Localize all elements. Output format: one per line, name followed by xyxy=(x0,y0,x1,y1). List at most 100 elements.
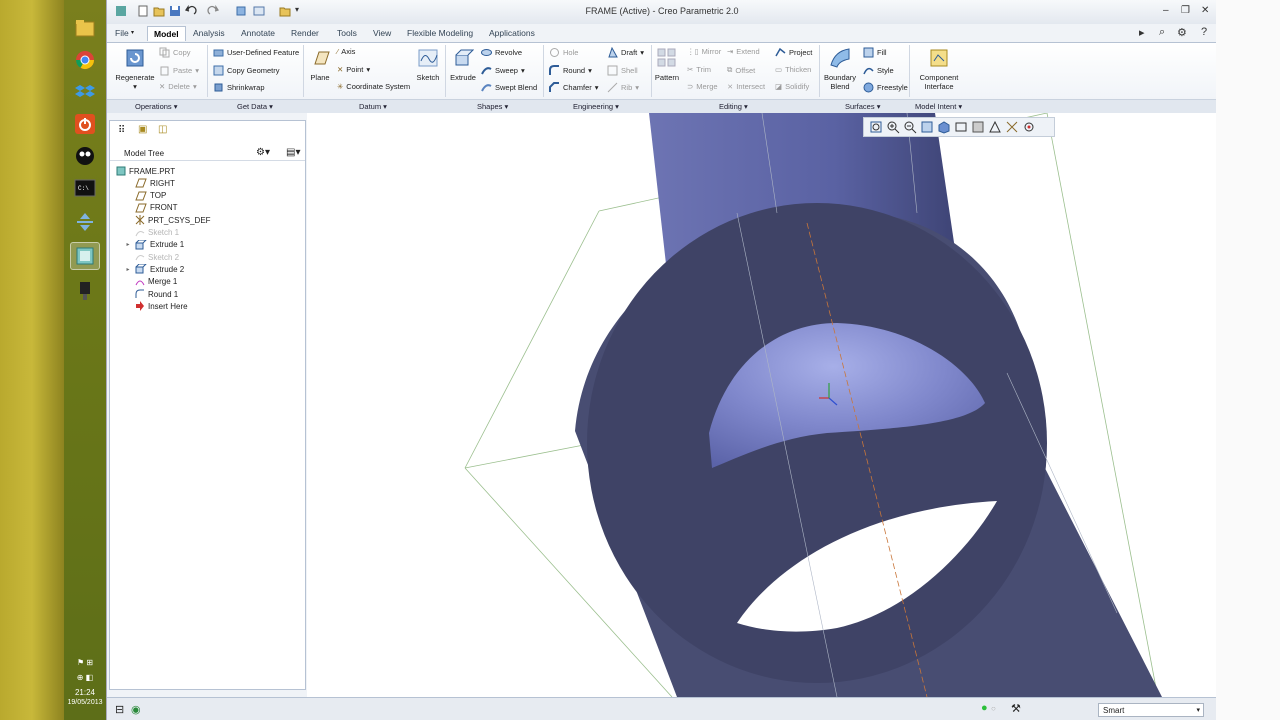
network-icon[interactable] xyxy=(70,208,100,236)
tab-annotate[interactable]: Annotate xyxy=(241,28,275,38)
spin-center-icon[interactable] xyxy=(1022,120,1036,134)
tree-columns-icon[interactable]: ▤▾ xyxy=(286,147,300,158)
expand-arrow-icon[interactable]: ▸ xyxy=(124,266,132,273)
file-manager-icon[interactable] xyxy=(70,14,100,42)
merge-button[interactable]: ⊃ Merge xyxy=(687,82,718,91)
tree-settings-icon[interactable]: ⚙▾ xyxy=(256,147,270,158)
point-button[interactable]: ✕ Point ▾ xyxy=(337,65,370,74)
swept-blend-button[interactable]: Swept Blend xyxy=(481,82,537,93)
round-button[interactable]: Round ▾ xyxy=(549,65,592,76)
minimize-icon[interactable]: – xyxy=(1163,5,1169,16)
tree-item[interactable]: TOP xyxy=(124,190,166,202)
3d-model-view[interactable] xyxy=(307,113,1217,697)
toggle-browser-icon[interactable]: ◉ xyxy=(131,703,141,716)
tree-item[interactable]: Round 1 xyxy=(124,288,178,300)
tab-render[interactable]: Render xyxy=(291,28,319,38)
saved-orientations-icon[interactable] xyxy=(954,120,968,134)
tab-view[interactable]: View xyxy=(373,28,391,38)
close-icon[interactable]: ✕ xyxy=(1201,5,1209,16)
group-get-data[interactable]: Get Data ▾ xyxy=(237,102,273,111)
freestyle-button[interactable]: Freestyle xyxy=(863,82,908,93)
tree-item[interactable]: FRONT xyxy=(124,202,178,214)
view-manager-icon[interactable] xyxy=(971,120,985,134)
sketch-button[interactable]: Sketch xyxy=(415,47,441,82)
delete-button[interactable]: ✕ Delete ▾ xyxy=(159,82,197,91)
display-style-icon[interactable] xyxy=(937,120,951,134)
favorites-tab-icon[interactable]: ◫ xyxy=(158,124,167,135)
tool-icon[interactable] xyxy=(70,276,100,304)
model-tree-tab-icon[interactable]: ⠿ xyxy=(118,125,125,136)
folder-browser-tab-icon[interactable]: ▣ xyxy=(138,124,147,135)
tree-item[interactable]: RIGHT xyxy=(124,177,175,189)
solidify-button[interactable]: ◪ Solidify xyxy=(775,82,809,91)
sweep-button[interactable]: Sweep ▾ xyxy=(481,65,525,76)
perspective-icon[interactable] xyxy=(988,120,1002,134)
selection-filter-icon[interactable]: ⚒ xyxy=(1011,702,1021,715)
tree-item[interactable]: Merge 1 xyxy=(124,276,177,288)
revolve-button[interactable]: Revolve xyxy=(481,47,522,58)
group-model-intent[interactable]: Model Intent ▾ xyxy=(915,102,962,111)
group-shapes[interactable]: Shapes ▾ xyxy=(477,102,508,111)
power-icon[interactable] xyxy=(70,110,100,138)
fill-button[interactable]: Fill xyxy=(863,47,887,58)
axis-button[interactable]: ⁄ Axis xyxy=(337,47,355,56)
rib-button[interactable]: Rib ▾ xyxy=(607,82,639,93)
refit-icon[interactable] xyxy=(869,120,883,134)
terminal-icon[interactable]: C:\ xyxy=(70,174,100,202)
tree-item[interactable]: Sketch 2 xyxy=(124,251,179,263)
component-interface-button[interactable]: Component Interface xyxy=(915,47,963,91)
settings-icon[interactable]: ⚙ xyxy=(1177,26,1187,39)
chamfer-button[interactable]: Chamfer ▾ xyxy=(549,82,599,93)
hole-button[interactable]: Hole xyxy=(549,47,578,58)
toggle-navigator-icon[interactable]: ⊟ xyxy=(115,703,124,716)
group-engineering[interactable]: Engineering ▾ xyxy=(573,102,619,111)
copy-button[interactable]: Copy xyxy=(159,47,191,58)
copy-geometry-button[interactable]: Copy Geometry xyxy=(213,65,280,76)
maximize-icon[interactable]: ❐ xyxy=(1181,5,1190,16)
group-datum[interactable]: Datum ▾ xyxy=(359,102,387,111)
tree-item[interactable]: FRAME.PRT xyxy=(116,165,175,177)
datum-display-icon[interactable] xyxy=(1005,120,1019,134)
chrome-icon[interactable] xyxy=(70,46,100,74)
tree-item[interactable]: PRT_CSYS_DEF xyxy=(124,214,211,226)
tab-applications[interactable]: Applications xyxy=(489,28,535,38)
tab-tools[interactable]: Tools xyxy=(337,28,357,38)
draft-button[interactable]: Draft ▾ xyxy=(607,47,644,58)
tab-analysis[interactable]: Analysis xyxy=(193,28,225,38)
expand-arrow-icon[interactable]: ▸ xyxy=(124,241,132,248)
dropbox-icon[interactable] xyxy=(70,78,100,106)
file-menu-chevron-icon[interactable]: ▾ xyxy=(131,29,134,36)
tab-flexible-modeling[interactable]: Flexible Modeling xyxy=(407,28,473,38)
tray-icons[interactable]: ⚑ ⊞ xyxy=(64,658,106,667)
trim-button[interactable]: ✂ Trim xyxy=(687,65,711,74)
tree-item[interactable]: ▸ Extrude 2 xyxy=(124,263,184,275)
repaint-icon[interactable] xyxy=(920,120,934,134)
project-button[interactable]: Project xyxy=(775,47,812,58)
paste-button[interactable]: Paste ▾ xyxy=(159,65,199,76)
help-icon[interactable]: ? xyxy=(1201,26,1207,38)
boundary-blend-button[interactable]: Boundary Blend xyxy=(821,47,859,91)
group-operations[interactable]: Operations ▾ xyxy=(135,102,178,111)
search-icon[interactable]: ⌕ xyxy=(1159,26,1165,39)
media-icon[interactable] xyxy=(70,142,100,170)
offset-button[interactable]: ⧉ Offset xyxy=(727,65,755,75)
tree-item[interactable]: ▸ Extrude 1 xyxy=(124,239,184,251)
csys-button[interactable]: ✳ Coordinate System xyxy=(337,82,410,91)
creo-taskbar-icon[interactable] xyxy=(70,242,100,270)
shrinkwrap-button[interactable]: Shrinkwrap xyxy=(213,82,265,93)
tab-model[interactable]: Model xyxy=(147,26,186,41)
plane-button[interactable]: Plane xyxy=(307,47,333,82)
graphics-window[interactable] xyxy=(307,113,1217,697)
group-surfaces[interactable]: Surfaces ▾ xyxy=(845,102,880,111)
style-button[interactable]: Style xyxy=(863,65,894,76)
tree-item[interactable]: Insert Here xyxy=(124,300,188,312)
extrude-button[interactable]: Extrude xyxy=(449,47,477,82)
shell-button[interactable]: Shell xyxy=(607,65,638,76)
command-search-prev-icon[interactable]: ▸ xyxy=(1139,26,1145,39)
regenerate-button[interactable]: Regenerate ▾ xyxy=(113,47,157,91)
tree-item[interactable]: Sketch 1 xyxy=(124,227,179,239)
tab-file[interactable]: File xyxy=(115,28,129,38)
zoom-in-icon[interactable] xyxy=(886,120,900,134)
extend-button[interactable]: ⇥ Extend xyxy=(727,47,760,56)
udf-button[interactable]: User-Defined Feature xyxy=(213,47,299,58)
